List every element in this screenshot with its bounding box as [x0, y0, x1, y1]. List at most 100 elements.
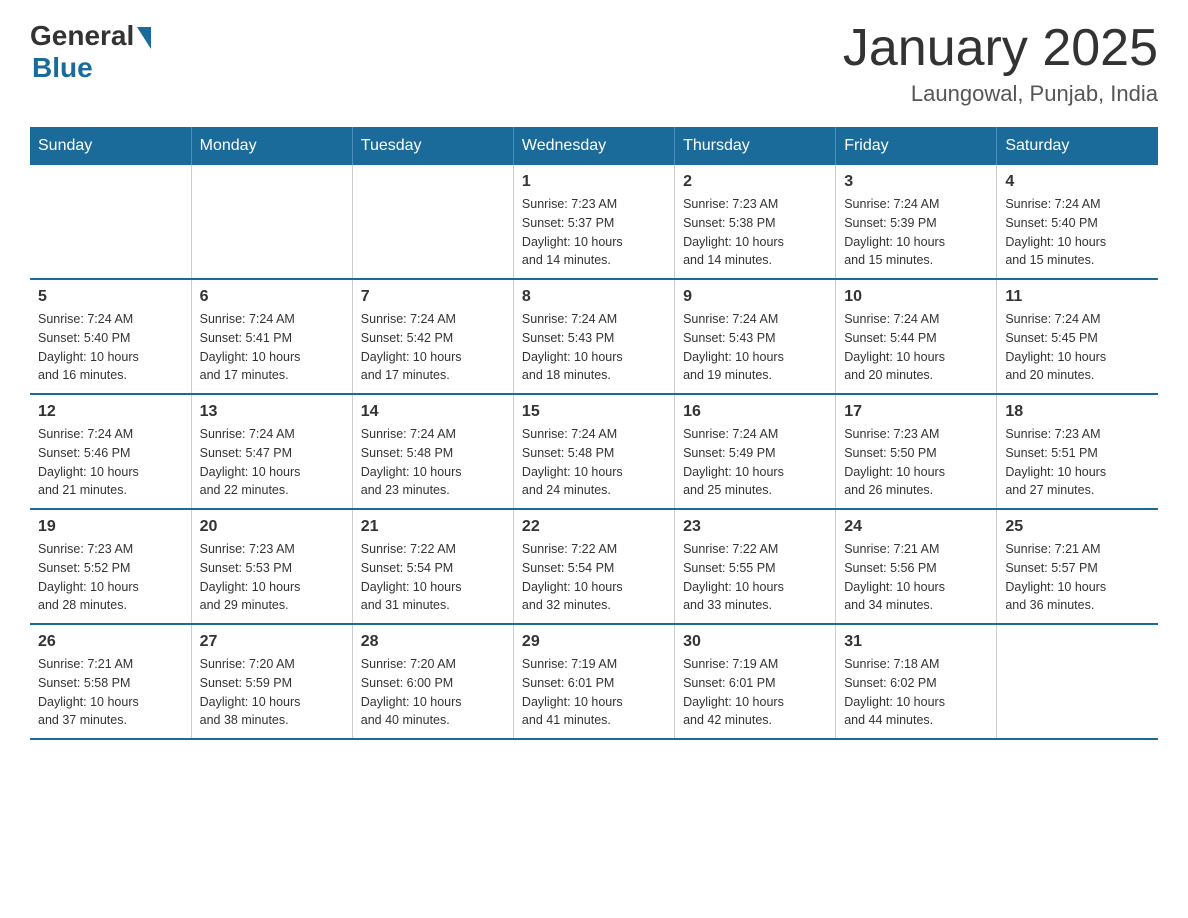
day-info: Sunrise: 7:24 AM Sunset: 5:40 PM Dayligh…	[38, 310, 183, 385]
calendar-day-header: Tuesday	[352, 127, 513, 165]
day-info: Sunrise: 7:23 AM Sunset: 5:53 PM Dayligh…	[200, 540, 344, 615]
day-info: Sunrise: 7:22 AM Sunset: 5:55 PM Dayligh…	[683, 540, 827, 615]
calendar-day-cell: 25Sunrise: 7:21 AM Sunset: 5:57 PM Dayli…	[997, 509, 1158, 624]
day-info: Sunrise: 7:24 AM Sunset: 5:39 PM Dayligh…	[844, 195, 988, 270]
day-info: Sunrise: 7:23 AM Sunset: 5:50 PM Dayligh…	[844, 425, 988, 500]
calendar-day-cell: 29Sunrise: 7:19 AM Sunset: 6:01 PM Dayli…	[513, 624, 674, 739]
calendar-day-cell: 7Sunrise: 7:24 AM Sunset: 5:42 PM Daylig…	[352, 279, 513, 394]
day-info: Sunrise: 7:21 AM Sunset: 5:56 PM Dayligh…	[844, 540, 988, 615]
calendar-day-cell: 18Sunrise: 7:23 AM Sunset: 5:51 PM Dayli…	[997, 394, 1158, 509]
calendar-day-cell: 30 Sunrise: 7:19 AM Sunset: 6:01 PM Dayli…	[675, 624, 836, 739]
calendar-day-header: Monday	[191, 127, 352, 165]
calendar-day-header: Thursday	[675, 127, 836, 165]
calendar-day-cell: 11 Sunrise: 7:24 AM Sunset: 5:45 PM Dayli…	[997, 279, 1158, 394]
calendar-day-cell: 3 Sunrise: 7:24 AM Sunset: 5:39 PM Daylig…	[836, 165, 997, 279]
day-number: 10	[844, 288, 988, 306]
day-info: Sunrise: 7:20 AM Sunset: 6:00 PM Dayligh…	[361, 655, 505, 730]
calendar-day-cell: 17 Sunrise: 7:23 AM Sunset: 5:50 PM Dayli…	[836, 394, 997, 509]
calendar-day-cell: 28 Sunrise: 7:20 AM Sunset: 6:00 PM Dayli…	[352, 624, 513, 739]
calendar-day-cell: 31Sunrise: 7:18 AM Sunset: 6:02 PM Dayli…	[836, 624, 997, 739]
calendar-day-cell	[30, 165, 191, 279]
day-number: 11	[1005, 288, 1150, 306]
day-info: Sunrise: 7:24 AM Sunset: 5:41 PM Dayligh…	[200, 310, 344, 385]
calendar-day-cell: 15 Sunrise: 7:24 AM Sunset: 5:48 PM Dayli…	[513, 394, 674, 509]
day-number: 14	[361, 403, 505, 421]
day-number: 31	[844, 633, 988, 651]
calendar-day-cell	[191, 165, 352, 279]
day-info: Sunrise: 7:24 AM Sunset: 5:47 PM Dayligh…	[200, 425, 344, 500]
day-info: Sunrise: 7:24 AM Sunset: 5:40 PM Dayligh…	[1005, 195, 1150, 270]
calendar-day-cell: 19 Sunrise: 7:23 AM Sunset: 5:52 PM Dayli…	[30, 509, 191, 624]
day-info: Sunrise: 7:22 AM Sunset: 5:54 PM Dayligh…	[522, 540, 666, 615]
calendar-day-header: Wednesday	[513, 127, 674, 165]
day-number: 30	[683, 633, 827, 651]
calendar-day-cell: 12 Sunrise: 7:24 AM Sunset: 5:46 PM Dayli…	[30, 394, 191, 509]
day-number: 22	[522, 518, 666, 536]
calendar-day-header: Sunday	[30, 127, 191, 165]
day-number: 7	[361, 288, 505, 306]
day-info: Sunrise: 7:23 AM Sunset: 5:52 PM Dayligh…	[38, 540, 183, 615]
calendar-day-cell: 24 Sunrise: 7:21 AM Sunset: 5:56 PM Dayli…	[836, 509, 997, 624]
calendar-week-row: 12 Sunrise: 7:24 AM Sunset: 5:46 PM Dayli…	[30, 394, 1158, 509]
logo-triangle-icon	[137, 27, 151, 49]
calendar-day-header: Saturday	[997, 127, 1158, 165]
day-number: 19	[38, 518, 183, 536]
day-info: Sunrise: 7:23 AM Sunset: 5:37 PM Dayligh…	[522, 195, 666, 270]
day-info: Sunrise: 7:21 AM Sunset: 5:57 PM Dayligh…	[1005, 540, 1150, 615]
day-number: 26	[38, 633, 183, 651]
day-info: Sunrise: 7:19 AM Sunset: 6:01 PM Dayligh…	[522, 655, 666, 730]
calendar-week-row: 5 Sunrise: 7:24 AM Sunset: 5:40 PM Daylig…	[30, 279, 1158, 394]
day-number: 28	[361, 633, 505, 651]
day-info: Sunrise: 7:24 AM Sunset: 5:45 PM Dayligh…	[1005, 310, 1150, 385]
day-number: 13	[200, 403, 344, 421]
day-info: Sunrise: 7:24 AM Sunset: 5:48 PM Dayligh…	[522, 425, 666, 500]
day-number: 5	[38, 288, 183, 306]
page-header: General Blue January 2025 Laungowal, Pun…	[30, 20, 1158, 107]
day-number: 20	[200, 518, 344, 536]
calendar-day-cell: 14 Sunrise: 7:24 AM Sunset: 5:48 PM Dayli…	[352, 394, 513, 509]
calendar-day-cell: 1 Sunrise: 7:23 AM Sunset: 5:37 PM Daylig…	[513, 165, 674, 279]
day-number: 21	[361, 518, 505, 536]
logo-general-text: General	[30, 20, 134, 52]
calendar-day-cell: 27Sunrise: 7:20 AM Sunset: 5:59 PM Dayli…	[191, 624, 352, 739]
calendar-day-cell: 16 Sunrise: 7:24 AM Sunset: 5:49 PM Dayli…	[675, 394, 836, 509]
day-number: 3	[844, 173, 988, 191]
calendar-week-row: 19 Sunrise: 7:23 AM Sunset: 5:52 PM Dayli…	[30, 509, 1158, 624]
month-year-title: January 2025	[843, 20, 1158, 77]
day-number: 2	[683, 173, 827, 191]
day-number: 16	[683, 403, 827, 421]
calendar-day-cell: 6 Sunrise: 7:24 AM Sunset: 5:41 PM Daylig…	[191, 279, 352, 394]
calendar-day-cell: 4Sunrise: 7:24 AM Sunset: 5:40 PM Daylig…	[997, 165, 1158, 279]
day-info: Sunrise: 7:21 AM Sunset: 5:58 PM Dayligh…	[38, 655, 183, 730]
day-info: Sunrise: 7:24 AM Sunset: 5:46 PM Dayligh…	[38, 425, 183, 500]
day-info: Sunrise: 7:23 AM Sunset: 5:38 PM Dayligh…	[683, 195, 827, 270]
day-info: Sunrise: 7:24 AM Sunset: 5:43 PM Dayligh…	[522, 310, 666, 385]
calendar-day-cell: 10Sunrise: 7:24 AM Sunset: 5:44 PM Dayli…	[836, 279, 997, 394]
day-number: 12	[38, 403, 183, 421]
calendar-day-cell: 5 Sunrise: 7:24 AM Sunset: 5:40 PM Daylig…	[30, 279, 191, 394]
day-number: 8	[522, 288, 666, 306]
calendar-day-cell: 2 Sunrise: 7:23 AM Sunset: 5:38 PM Daylig…	[675, 165, 836, 279]
day-number: 23	[683, 518, 827, 536]
logo: General Blue	[30, 20, 151, 84]
calendar-table: SundayMondayTuesdayWednesdayThursdayFrid…	[30, 127, 1158, 740]
day-number: 17	[844, 403, 988, 421]
calendar-day-cell	[352, 165, 513, 279]
day-info: Sunrise: 7:23 AM Sunset: 5:51 PM Dayligh…	[1005, 425, 1150, 500]
day-number: 6	[200, 288, 344, 306]
day-info: Sunrise: 7:24 AM Sunset: 5:48 PM Dayligh…	[361, 425, 505, 500]
day-number: 15	[522, 403, 666, 421]
calendar-week-row: 1 Sunrise: 7:23 AM Sunset: 5:37 PM Daylig…	[30, 165, 1158, 279]
day-number: 1	[522, 173, 666, 191]
day-number: 27	[200, 633, 344, 651]
day-info: Sunrise: 7:24 AM Sunset: 5:43 PM Dayligh…	[683, 310, 827, 385]
logo-blue-text: Blue	[32, 52, 151, 84]
day-info: Sunrise: 7:24 AM Sunset: 5:49 PM Dayligh…	[683, 425, 827, 500]
calendar-header-row: SundayMondayTuesdayWednesdayThursdayFrid…	[30, 127, 1158, 165]
calendar-day-cell: 26 Sunrise: 7:21 AM Sunset: 5:58 PM Dayli…	[30, 624, 191, 739]
calendar-day-cell: 22 Sunrise: 7:22 AM Sunset: 5:54 PM Dayli…	[513, 509, 674, 624]
calendar-day-cell: 9Sunrise: 7:24 AM Sunset: 5:43 PM Daylig…	[675, 279, 836, 394]
day-info: Sunrise: 7:19 AM Sunset: 6:01 PM Dayligh…	[683, 655, 827, 730]
calendar-day-cell: 20 Sunrise: 7:23 AM Sunset: 5:53 PM Dayli…	[191, 509, 352, 624]
day-number: 24	[844, 518, 988, 536]
